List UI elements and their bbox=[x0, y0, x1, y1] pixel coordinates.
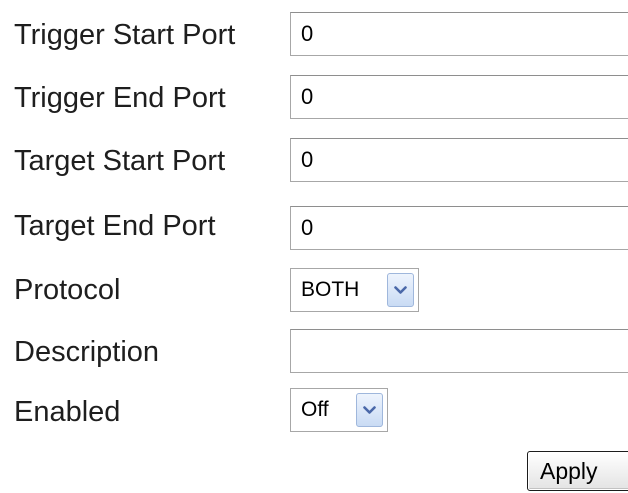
protocol-label: Protocol bbox=[14, 274, 121, 306]
trigger-end-port-label: Trigger End Port bbox=[14, 82, 226, 114]
target-start-port-label: Target Start Port bbox=[14, 145, 226, 177]
trigger-start-port-label: Trigger Start Port bbox=[14, 19, 236, 51]
enabled-selected-value: Off bbox=[301, 398, 329, 421]
protocol-select[interactable]: BOTH bbox=[290, 268, 419, 312]
description-input[interactable] bbox=[290, 329, 628, 373]
chevron-down-icon[interactable] bbox=[387, 273, 414, 307]
enabled-label: Enabled bbox=[14, 396, 121, 428]
target-end-port-label: Target End Port bbox=[14, 210, 216, 242]
target-end-port-input[interactable] bbox=[290, 206, 628, 250]
description-label: Description bbox=[14, 336, 160, 368]
protocol-selected-value: BOTH bbox=[301, 278, 360, 301]
trigger-start-port-input[interactable] bbox=[290, 12, 628, 56]
enabled-select[interactable]: Off bbox=[290, 388, 388, 432]
chevron-down-icon[interactable] bbox=[356, 393, 383, 427]
target-start-port-input[interactable] bbox=[290, 138, 628, 182]
apply-button[interactable]: Apply bbox=[527, 451, 628, 491]
trigger-end-port-input[interactable] bbox=[290, 75, 628, 119]
